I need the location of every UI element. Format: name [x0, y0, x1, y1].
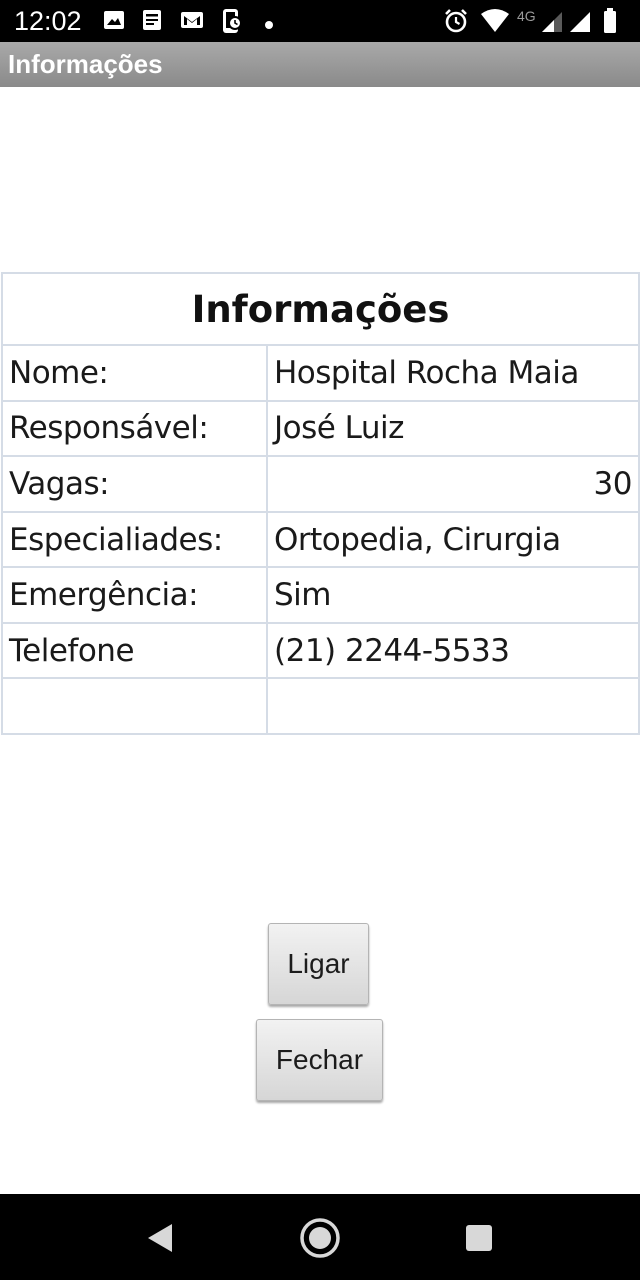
status-time: 12:02 — [14, 6, 82, 36]
close-button[interactable]: Fechar — [256, 1019, 383, 1101]
table-row: Especialiades: Ortopedia, Cirurgia — [1, 510, 640, 569]
battery-icon — [603, 8, 617, 38]
row-value-responsavel: José Luiz — [266, 399, 640, 458]
image-icon — [102, 8, 126, 36]
row-label-especialidades: Especialiades: — [1, 510, 268, 569]
navigation-bar — [0, 1194, 640, 1280]
table-row: Vagas: 30 — [1, 455, 640, 513]
row-value-emergencia: Sim — [266, 566, 640, 624]
table-row: Nome: Hospital Rocha Maia — [1, 344, 640, 402]
status-bar: 12:02 4G — [0, 0, 640, 42]
info-table: Informações Nome: Hospital Rocha Maia Re… — [1, 271, 640, 735]
row-value-empty — [266, 677, 640, 735]
table-header-row: Informações — [1, 271, 640, 347]
alarm-icon — [443, 8, 469, 38]
signal-icon — [540, 10, 564, 38]
network-type-label: 4G — [517, 8, 536, 24]
recents-icon[interactable] — [465, 1224, 493, 1256]
row-label-telefone: Telefone — [1, 621, 268, 680]
row-label-emergencia: Emergência: — [1, 566, 268, 624]
row-label-nome: Nome: — [1, 344, 268, 402]
dot-icon — [264, 15, 274, 34]
app-title-bar: Informações — [0, 42, 640, 87]
table-row-empty — [1, 677, 640, 735]
home-icon[interactable] — [299, 1217, 341, 1263]
phone-app-icon — [220, 8, 244, 38]
call-button[interactable]: Ligar — [268, 923, 369, 1005]
table-row: Responsável: José Luiz — [1, 399, 640, 458]
gmail-icon — [179, 8, 205, 36]
table-row: Telefone (21) 2244-5533 — [1, 621, 640, 680]
wifi-icon — [480, 8, 510, 38]
app-title: Informações — [8, 49, 163, 79]
row-value-especialidades: Ortopedia, Cirurgia — [266, 510, 640, 569]
row-label-vagas: Vagas: — [1, 455, 268, 513]
news-icon — [140, 8, 164, 36]
row-value-nome: Hospital Rocha Maia — [266, 344, 640, 402]
screen: 12:02 4G Informações Informações Nome: H… — [0, 0, 640, 1280]
signal-icon — [568, 10, 592, 38]
row-value-vagas: 30 — [266, 455, 640, 513]
row-label-responsavel: Responsável: — [1, 399, 268, 458]
table-row: Emergência: Sim — [1, 566, 640, 624]
row-label-empty — [1, 677, 268, 735]
back-icon[interactable] — [146, 1223, 174, 1257]
row-value-telefone: (21) 2244-5533 — [266, 621, 640, 680]
table-title: Informações — [1, 271, 640, 347]
